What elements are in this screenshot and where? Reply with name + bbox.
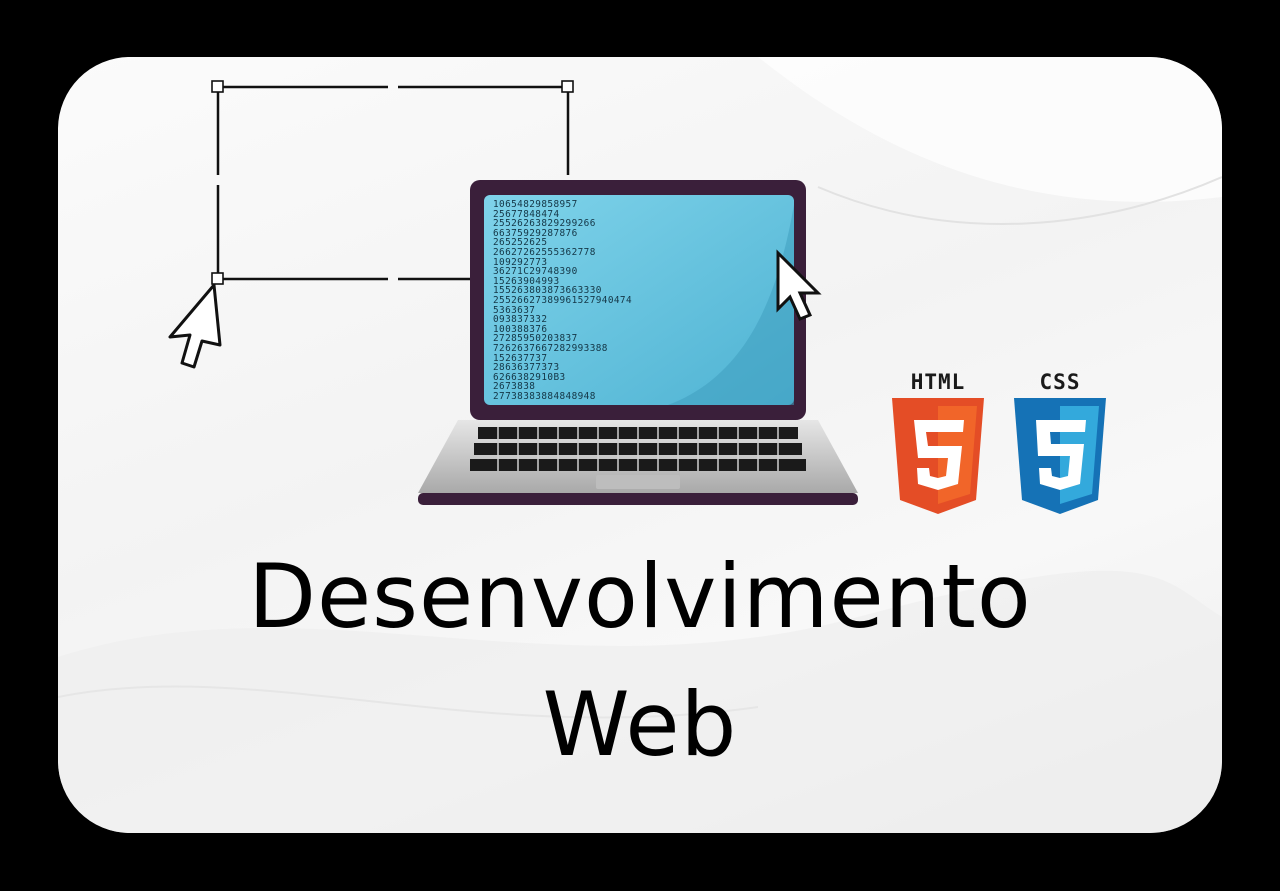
html5-shield-icon xyxy=(892,398,984,514)
page-title-line1: Desenvolvimento xyxy=(248,545,1032,648)
page-title-line2: Web xyxy=(542,673,738,776)
html5-badge: HTML xyxy=(886,370,990,514)
screen-code-text: 10654829858957 25677848474 2552626382929… xyxy=(493,199,633,402)
html-badge-label: HTML xyxy=(910,370,966,394)
css-badge-label: CSS xyxy=(1039,370,1081,394)
hero-card: 10654829858957 25677848474 2552626382929… xyxy=(58,57,1222,833)
css3-shield-icon xyxy=(1014,398,1106,514)
css3-badge: CSS xyxy=(1008,370,1112,514)
arrow-cursor-icon xyxy=(168,283,222,369)
